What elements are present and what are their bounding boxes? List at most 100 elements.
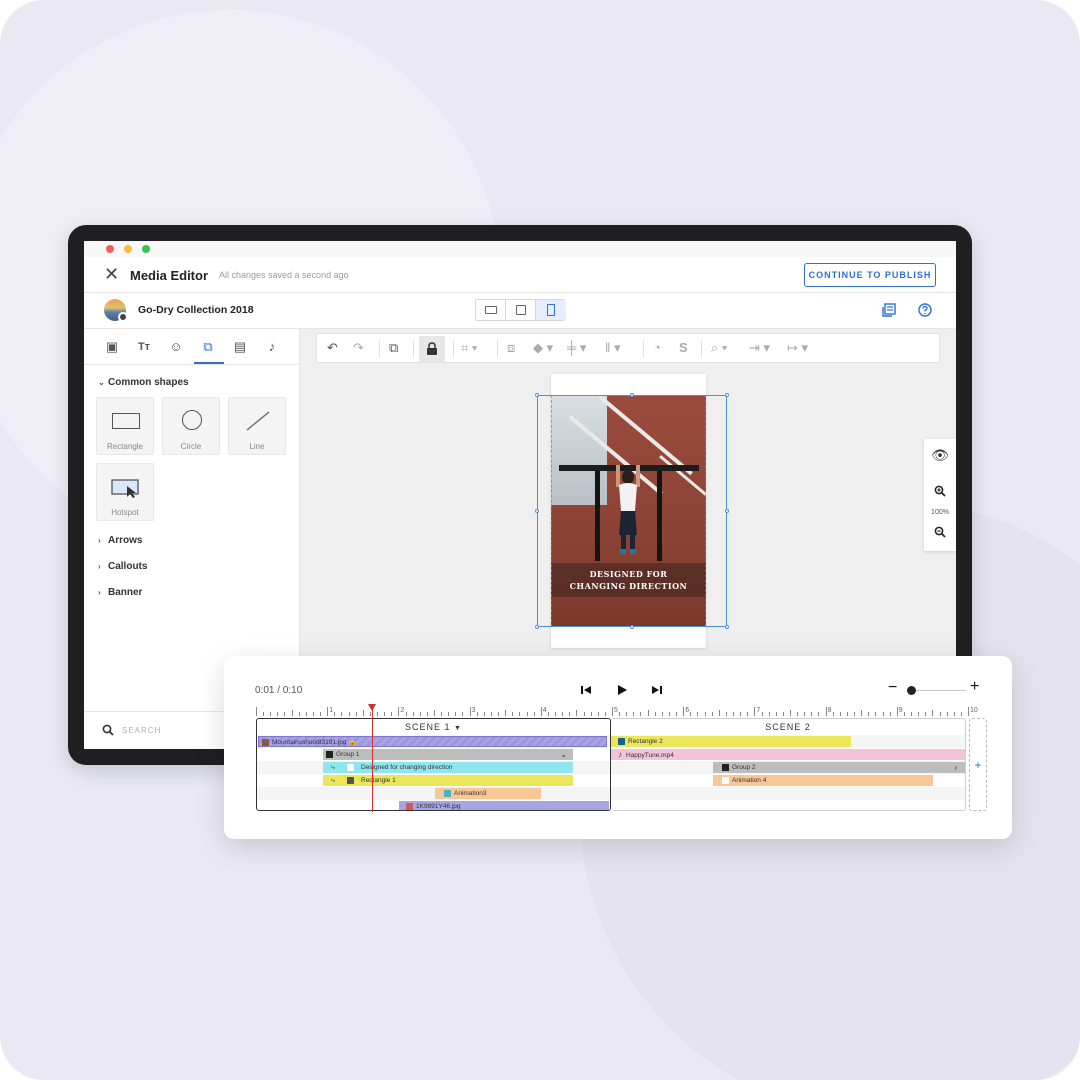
scene-1-title[interactable]: SCENE 1 ▼: [257, 719, 610, 735]
shape-line[interactable]: Line: [228, 397, 286, 455]
skip-back-icon[interactable]: [580, 684, 592, 696]
duplicate-icon[interactable]: ⧉: [389, 340, 398, 356]
format-landscape-button[interactable]: [476, 300, 506, 320]
skip-forward-icon[interactable]: [651, 684, 663, 696]
close-window-dot[interactable]: [106, 245, 114, 253]
ruler-tick: [668, 712, 670, 716]
emoji-icon[interactable]: ☺: [164, 335, 188, 359]
side-panel-tabs: ▣ Tт ☺ ⧉ ▤ ♪: [84, 329, 300, 365]
ruler-tick: [455, 712, 457, 716]
timeline-zoom-out-button[interactable]: −: [888, 679, 897, 697]
playhead-handle[interactable]: [368, 704, 376, 711]
scene-1[interactable]: SCENE 1 ▼ Mountainsshoot83191.jpg 🔒 Grou…: [256, 718, 611, 811]
ruler-tick: [263, 712, 265, 716]
music-icon[interactable]: ♪: [260, 335, 284, 359]
section-common-shapes[interactable]: ⌄ Common shapes: [98, 377, 189, 388]
line-icon: [246, 411, 270, 431]
continue-to-publish-button[interactable]: CONTINUE TO PUBLISH: [804, 263, 936, 287]
shape-rectangle[interactable]: Rectangle: [96, 397, 154, 455]
resize-handle[interactable]: [725, 509, 729, 513]
crop-icon[interactable]: ⌗ ▾: [461, 340, 477, 356]
rectangle-clip[interactable]: Rectangle 2: [611, 736, 851, 747]
audio-clip[interactable]: ♪ HappyTune.mp4: [611, 749, 965, 760]
play-icon[interactable]: [616, 684, 628, 696]
ruler-tick: [483, 712, 485, 716]
section-callouts[interactable]: › Callouts: [98, 561, 147, 572]
shapes-icon[interactable]: ⧉: [196, 335, 220, 359]
time-ruler[interactable]: 1 2 3 4 5 6 7 8 9 10: [256, 704, 978, 716]
format-square-button[interactable]: [506, 300, 536, 320]
animation-clip[interactable]: Animation 4: [713, 775, 933, 786]
selection-guide: [551, 395, 706, 627]
ruler-tick: [604, 712, 606, 716]
lock-icon: 🔒: [348, 739, 357, 746]
layers-icon[interactable]: ◆ ▾: [533, 340, 553, 356]
minimize-window-dot[interactable]: [124, 245, 132, 253]
ruler-number: 8: [827, 707, 832, 714]
ruler-tick: [377, 712, 379, 716]
library-icon[interactable]: [882, 303, 896, 317]
image-icon[interactable]: ▣: [100, 335, 124, 359]
redo-icon[interactable]: ↷: [353, 340, 364, 356]
shape-hotspot[interactable]: Hotspot: [96, 463, 154, 521]
align-icon[interactable]: ╪ ▾: [567, 340, 586, 356]
animation-clip[interactable]: Animation3: [435, 788, 541, 799]
add-scene-button[interactable]: +: [969, 718, 987, 811]
ruler-tick: [576, 710, 578, 716]
zoom-in-icon[interactable]: [934, 485, 946, 497]
animation-out-icon[interactable]: ↦ ▾: [787, 340, 808, 356]
resize-handle[interactable]: [535, 393, 539, 397]
media-icon[interactable]: ▤: [228, 335, 252, 359]
maximize-window-dot[interactable]: [142, 245, 150, 253]
ruler-tick: [412, 712, 414, 716]
section-arrows[interactable]: › Arrows: [98, 535, 142, 546]
animation-icon: [444, 789, 451, 797]
text-icon[interactable]: Tт: [132, 335, 156, 359]
ruler-number: 4: [542, 707, 547, 714]
animation-in-icon[interactable]: ⇥ ▾: [749, 340, 770, 356]
format-portrait-button[interactable]: [536, 300, 566, 320]
shape-circle[interactable]: Circle: [162, 397, 220, 455]
playhead[interactable]: [372, 704, 373, 812]
resize-handle[interactable]: [725, 625, 729, 629]
shadow-icon[interactable]: S: [679, 340, 688, 356]
ruler-tick: [369, 712, 371, 716]
rectangle-clip[interactable]: ⤷ Rectangle 1: [323, 775, 573, 786]
scene-2[interactable]: SCENE 2 Rectangle 2 ♪ HappyTune.mp4 Group…: [611, 718, 966, 811]
undo-icon[interactable]: ↶: [327, 340, 338, 356]
text-clip[interactable]: ⤷ Designed for changing direction: [323, 762, 573, 773]
opacity-icon[interactable]: ◔: [653, 340, 661, 356]
animation-icon: ⤷: [331, 777, 335, 784]
group-clip[interactable]: Group 1 ⌄: [323, 749, 573, 760]
resize-handle[interactable]: [535, 625, 539, 629]
resize-handle[interactable]: [630, 625, 634, 629]
interaction-icon[interactable]: ⌕ ▾: [711, 340, 727, 356]
group-clip[interactable]: Group 2 ›: [713, 762, 965, 773]
replace-icon[interactable]: ⧈: [507, 340, 515, 356]
ruler-tick: [882, 712, 884, 716]
ruler-tick: [946, 712, 948, 716]
help-icon[interactable]: [918, 303, 932, 317]
resize-handle[interactable]: [725, 393, 729, 397]
zoom-out-icon[interactable]: [934, 526, 946, 538]
ruler-tick: [846, 712, 848, 716]
ruler-tick: [291, 710, 293, 716]
preview-eye-icon[interactable]: 👁: [924, 447, 956, 464]
timeline-zoom-slider[interactable]: [908, 690, 966, 691]
chevron-right-icon: ›: [98, 562, 101, 571]
timeline-zoom-knob[interactable]: [907, 686, 916, 695]
ruler-tick: [305, 712, 307, 716]
resize-handle[interactable]: [535, 509, 539, 513]
ruler-tick: [547, 712, 549, 716]
ruler-tick: [519, 712, 521, 716]
chevron-right-icon[interactable]: ›: [954, 762, 957, 773]
timeline-zoom-in-button[interactable]: +: [970, 678, 979, 696]
resize-handle[interactable]: [630, 393, 634, 397]
section-banner[interactable]: › Banner: [98, 587, 142, 598]
scene-2-title[interactable]: SCENE 2: [611, 719, 965, 735]
chevron-down-icon[interactable]: ⌄: [560, 749, 567, 760]
distribute-icon[interactable]: ‖ ▾: [605, 340, 621, 356]
close-icon[interactable]: ✕: [104, 265, 119, 283]
image-clip[interactable]: Mountainsshoot83191.jpg 🔒: [258, 736, 607, 747]
image-clip[interactable]: 1K9891Y46.jpg: [399, 801, 609, 810]
